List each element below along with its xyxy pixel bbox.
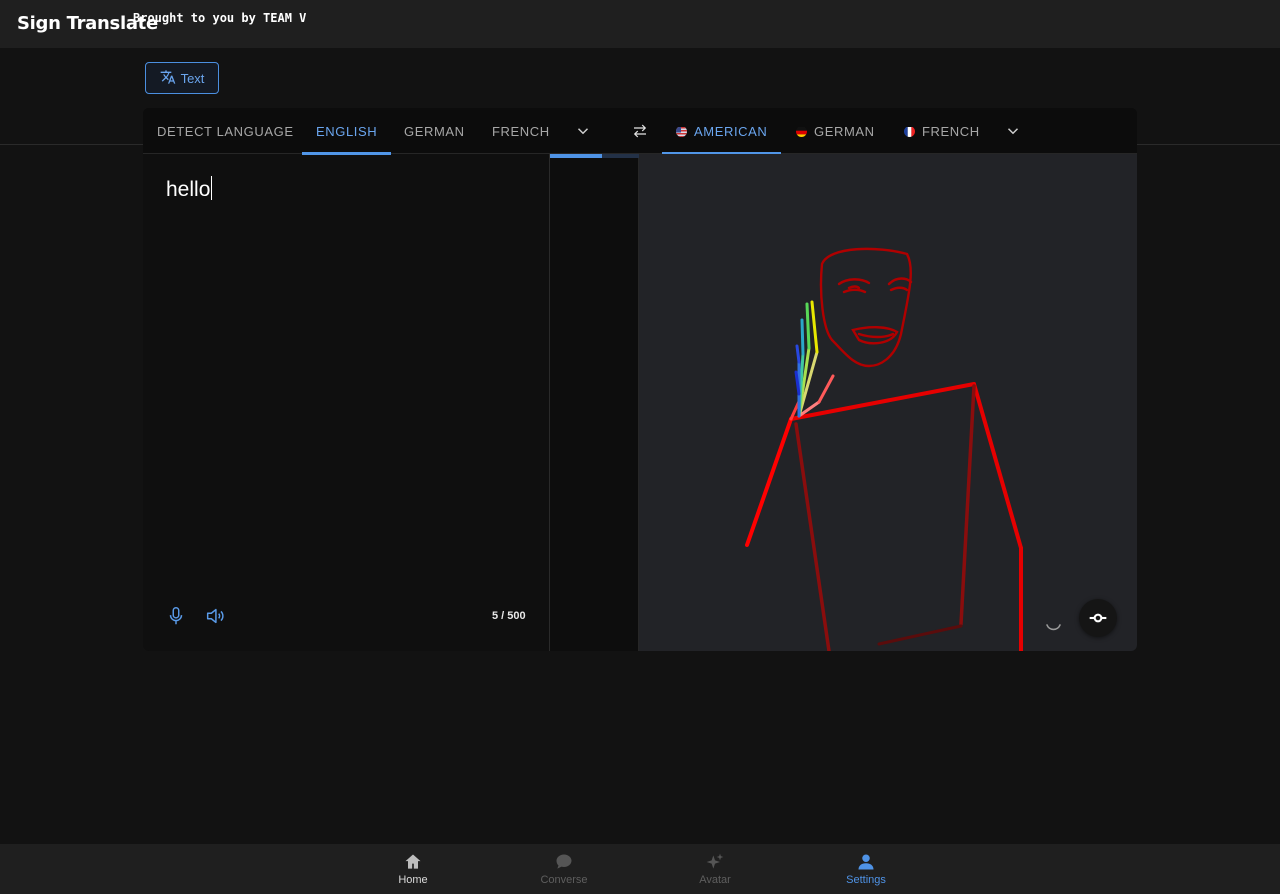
top-app-bar: Sign Translate Brought to you by TEAM V [0, 0, 1280, 48]
commit-icon [1089, 613, 1107, 623]
pose-viewer-toggle-button[interactable] [1079, 599, 1117, 637]
swap-languages-icon[interactable] [631, 122, 649, 140]
tab-label: AMERICAN [694, 123, 768, 139]
us-flag-icon [676, 126, 687, 137]
translation-progress-bar [550, 154, 602, 158]
source-text-input[interactable]: hello [166, 176, 213, 202]
pose-viewer [639, 154, 1137, 651]
loading-spinner-icon [1046, 624, 1061, 631]
tab-french-spoken[interactable]: FRENCH [492, 108, 550, 154]
tab-american-sign[interactable]: AMERICAN [662, 108, 782, 155]
translate-icon [160, 69, 176, 88]
tab-french-sign[interactable]: FRENCH [904, 108, 980, 154]
tab-label: FRENCH [922, 123, 980, 139]
app-tagline: Brought to you by TEAM V [133, 11, 307, 25]
nav-converse[interactable]: Converse [519, 844, 609, 894]
translation-card: DETECT LANGUAGE ENGLISH GERMAN FRENCH AM… [143, 108, 1137, 651]
person-icon [858, 854, 874, 870]
nav-settings[interactable]: Settings [821, 844, 911, 894]
tab-detect-language[interactable]: DETECT LANGUAGE [157, 108, 294, 154]
tab-german-spoken[interactable]: GERMAN [404, 108, 465, 154]
home-icon [405, 854, 421, 869]
sparkle-icon [706, 853, 724, 869]
tab-english[interactable]: ENGLISH [302, 108, 392, 155]
fr-flag-icon [904, 126, 915, 137]
tab-label: FRENCH [492, 123, 550, 139]
nav-label: Home [398, 874, 428, 886]
character-count: 5 / 500 [492, 610, 526, 622]
nav-label: Converse [540, 874, 588, 886]
nav-label: Settings [846, 874, 886, 886]
skeleton-pose-illustration [745, 247, 1023, 651]
speaker-icon[interactable] [204, 605, 226, 627]
text-mode-label: Text [180, 70, 205, 86]
text-input-pane[interactable]: hello 5 / 500 [143, 154, 549, 651]
chevron-down-icon[interactable] [574, 122, 592, 140]
bottom-navigation: Home Converse Avatar Settings [0, 844, 1280, 894]
tab-label: GERMAN [814, 123, 875, 139]
tab-label: DETECT LANGUAGE [157, 123, 294, 139]
tab-german-sign[interactable]: GERMAN [796, 108, 875, 154]
chat-icon [556, 854, 572, 869]
tab-label: ENGLISH [316, 123, 378, 139]
nav-label: Avatar [699, 874, 731, 886]
language-bar: DETECT LANGUAGE ENGLISH GERMAN FRENCH AM… [143, 108, 1137, 155]
text-mode-button[interactable]: Text [145, 62, 219, 94]
de-flag-icon [796, 126, 807, 137]
microphone-icon[interactable] [165, 605, 187, 627]
nav-home[interactable]: Home [368, 844, 458, 894]
tab-label: GERMAN [404, 123, 465, 139]
nav-avatar[interactable]: Avatar [670, 844, 760, 894]
sign-output-strip [550, 154, 639, 651]
chevron-down-icon[interactable] [1004, 122, 1022, 140]
